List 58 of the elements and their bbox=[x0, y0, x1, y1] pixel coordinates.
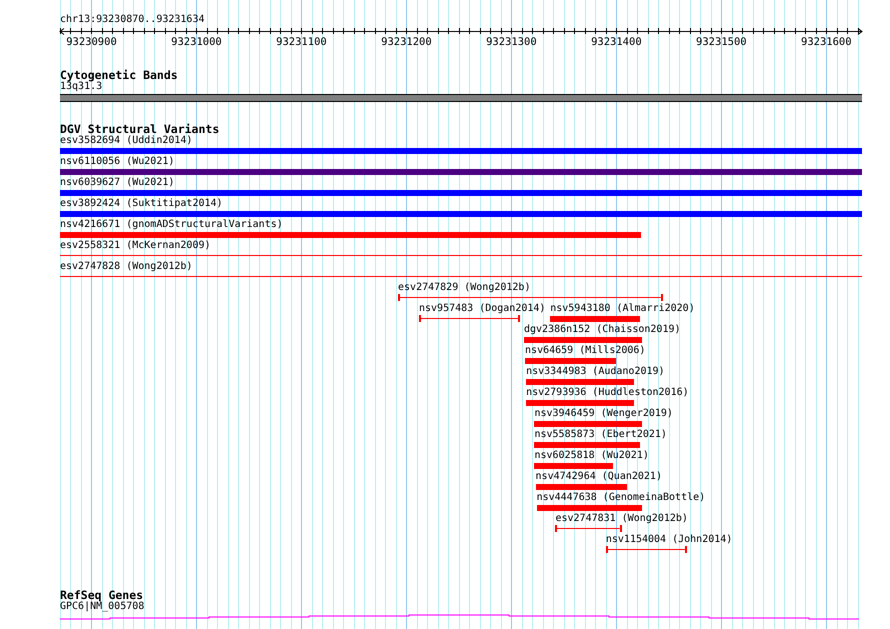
variant-interval[interactable] bbox=[398, 294, 663, 301]
feature-label: esv2558321 (McKernan2009) bbox=[60, 240, 211, 252]
feature-label: esv2747828 (Wong2012b) bbox=[60, 261, 192, 273]
cytoband-bar[interactable] bbox=[60, 94, 862, 102]
ruler-tick-label: 93231100 bbox=[276, 36, 327, 48]
feature-label: esv2747831 (Wong2012b) bbox=[555, 513, 688, 525]
ruler-tick-label: 93231400 bbox=[591, 36, 642, 48]
variant-interval[interactable] bbox=[606, 546, 687, 553]
track-title: Cytogenetic Bands bbox=[60, 69, 178, 81]
feature-label: nsv5943180 (Almarri2020) bbox=[550, 303, 695, 315]
track-title: DGV Structural Variants bbox=[60, 123, 220, 135]
variant-bar[interactable] bbox=[526, 379, 634, 385]
variant-bar[interactable] bbox=[534, 442, 640, 448]
variant-bar[interactable] bbox=[60, 232, 640, 238]
variant-bar[interactable] bbox=[60, 190, 862, 196]
feature-label: nsv6039627 (Wu2021) bbox=[60, 177, 174, 189]
feature-label: nsv957483 (Dogan2014) bbox=[419, 303, 546, 315]
feature-label: nsv2793936 (Huddleston2016) bbox=[526, 387, 689, 399]
feature-label: nsv3946459 (Wenger2019) bbox=[534, 408, 673, 420]
ruler-tick-label: 93230900 bbox=[66, 36, 117, 48]
ruler-tick-label: 93231600 bbox=[801, 36, 852, 48]
feature-label: nsv4742964 (Quan2021) bbox=[536, 471, 662, 483]
feature-label: nsv1154004 (John2014) bbox=[606, 534, 732, 546]
variant-bar[interactable] bbox=[60, 148, 862, 154]
variant-bar[interactable] bbox=[534, 463, 614, 469]
gene-label: GPC6|NM_005708 bbox=[60, 601, 144, 613]
variant-bar[interactable] bbox=[536, 505, 642, 511]
variant-bar[interactable] bbox=[524, 337, 642, 343]
ruler-tick-label: 93231000 bbox=[171, 36, 222, 48]
location-label: chr13:93230870..93231634 bbox=[60, 14, 204, 26]
variant-bar[interactable] bbox=[60, 211, 862, 217]
feature-label: nsv5585873 (Ebert2021) bbox=[534, 429, 667, 441]
feature-label: esv2747829 (Wong2012b) bbox=[398, 282, 530, 294]
variant-interval[interactable] bbox=[555, 525, 622, 532]
feature-label: nsv4216671 (gnomADStructuralVariants) bbox=[60, 219, 283, 231]
variant-bar[interactable] bbox=[525, 358, 616, 364]
feature-label: esv3892424 (Suktitipat2014) bbox=[60, 198, 223, 210]
variant-interval[interactable] bbox=[419, 315, 520, 322]
feature-label: nsv6025818 (Wu2021) bbox=[534, 450, 649, 462]
feature-label: esv3582694 (Uddin2014) bbox=[60, 135, 192, 147]
variant-bar[interactable] bbox=[526, 400, 634, 406]
variant-line[interactable] bbox=[60, 255, 862, 256]
variant-line[interactable] bbox=[60, 276, 862, 277]
variant-bar[interactable] bbox=[534, 421, 642, 427]
gene-line[interactable] bbox=[60, 614, 860, 620]
ruler-tick-label: 93231300 bbox=[486, 36, 537, 48]
feature-label: nsv4447638 (GenomeinaBottle) bbox=[536, 492, 706, 504]
band-label: 13q31.3 bbox=[60, 81, 102, 93]
ruler-tick-label: 93231500 bbox=[696, 36, 747, 48]
variant-bar[interactable] bbox=[550, 316, 640, 322]
variant-bar[interactable] bbox=[536, 484, 627, 490]
feature-label: dgv2386n152 (Chaisson2019) bbox=[524, 324, 681, 336]
feature-label: nsv6110056 (Wu2021) bbox=[60, 156, 174, 168]
variant-bar[interactable] bbox=[60, 169, 862, 175]
feature-label: nsv3344983 (Audano2019) bbox=[526, 366, 665, 378]
ruler-tick-label: 93231200 bbox=[381, 36, 432, 48]
track-title: RefSeq Genes bbox=[60, 589, 144, 601]
feature-label: nsv64659 (Mills2006) bbox=[525, 345, 646, 357]
